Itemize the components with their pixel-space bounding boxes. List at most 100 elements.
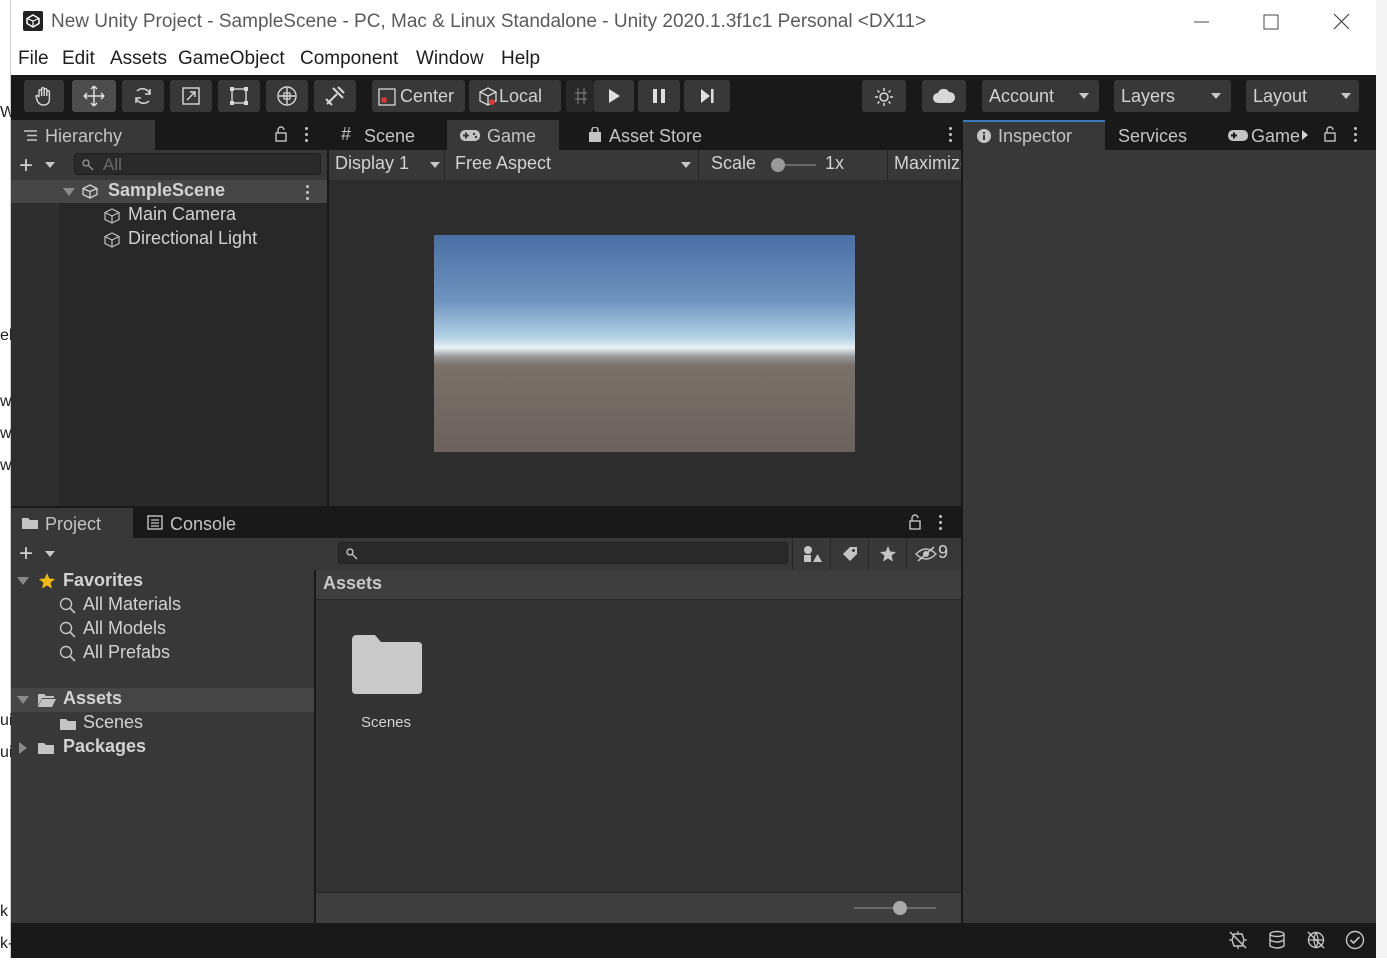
transform-tool-button[interactable] <box>266 80 308 112</box>
scene-options-icon[interactable] <box>306 185 310 203</box>
pivot-local-toggle[interactable]: Local <box>469 80 561 112</box>
tab-inspector[interactable]: Inspector <box>963 120 1105 152</box>
layers-label: Layers <box>1121 86 1176 106</box>
play-button[interactable] <box>594 80 634 112</box>
menu-window[interactable]: Window <box>416 48 484 70</box>
layers-dropdown[interactable]: Layers <box>1114 80 1231 112</box>
maximize-window-button[interactable] <box>1247 8 1293 36</box>
tree-assets-row[interactable]: Assets <box>11 688 314 712</box>
chevron-down-icon[interactable] <box>45 551 55 557</box>
search-icon <box>59 597 76 614</box>
cloud-icon <box>933 88 956 103</box>
scale-tool-button[interactable] <box>170 80 212 112</box>
game-view[interactable] <box>329 180 961 506</box>
lock-icon[interactable] <box>1323 126 1337 142</box>
display-label: Display 1 <box>335 153 410 173</box>
scale-slider-thumb[interactable] <box>771 158 785 172</box>
grid-snap-icon <box>575 88 587 104</box>
tab-project-label: Project <box>45 514 102 534</box>
minimize-button[interactable] <box>1178 8 1224 36</box>
auto-generate-lighting-icon[interactable] <box>1228 930 1248 950</box>
desktop-bottom-strip <box>0 958 1387 967</box>
hierarchy-item[interactable]: Directional Light <box>11 228 327 252</box>
menu-gameobject[interactable]: GameObject <box>178 48 285 70</box>
favorite-item[interactable]: All Prefabs <box>11 642 314 666</box>
collapsed-arrow-icon[interactable] <box>19 742 27 754</box>
expand-arrow-icon[interactable] <box>17 696 29 704</box>
search-by-type-button[interactable] <box>792 539 830 569</box>
pause-button[interactable] <box>638 80 680 112</box>
rotate-tool-button[interactable] <box>122 80 164 112</box>
menu-component[interactable]: Component <box>300 48 398 70</box>
assets-label: Assets <box>63 688 123 708</box>
lock-icon[interactable] <box>908 514 922 530</box>
pivot-center-toggle[interactable]: Center <box>372 80 465 112</box>
tree-favorites-row[interactable]: Favorites <box>11 570 314 594</box>
menu-assets[interactable]: Assets <box>110 48 167 70</box>
save-search-button[interactable] <box>868 539 906 569</box>
step-button[interactable] <box>684 80 730 112</box>
favorite-item[interactable]: All Models <box>11 618 314 642</box>
expand-arrow-icon[interactable] <box>63 188 75 196</box>
asset-folder-item[interactable]: Scenes <box>346 630 426 738</box>
more-options-icon[interactable] <box>1354 127 1358 145</box>
panel-divider[interactable] <box>327 120 329 506</box>
tree-packages-row[interactable]: Packages <box>11 736 314 760</box>
layout-dropdown[interactable]: Layout <box>1246 80 1359 112</box>
unity-scene-icon <box>82 184 98 199</box>
hierarchy-search-input[interactable]: All <box>74 153 321 175</box>
icon-size-slider-thumb[interactable] <box>893 901 907 915</box>
rect-tool-button[interactable] <box>218 80 260 112</box>
hierarchy-item[interactable]: Main Camera <box>11 204 327 228</box>
hand-tool-button[interactable] <box>24 80 64 112</box>
menu-file[interactable]: File <box>18 48 49 70</box>
collab-status-check-icon[interactable] <box>1345 930 1365 950</box>
favorite-item[interactable]: All Materials <box>11 594 314 618</box>
rotate-icon <box>135 88 151 104</box>
cloud-services-button[interactable] <box>922 80 966 112</box>
menu-edit[interactable]: Edit <box>62 48 95 70</box>
more-options-icon[interactable] <box>939 515 943 533</box>
tab-services[interactable]: Services <box>1109 120 1219 150</box>
star-icon <box>880 546 896 562</box>
breadcrumb-assets[interactable]: Assets <box>323 573 382 594</box>
display-dropdown[interactable]: Display 1 <box>329 150 445 180</box>
lock-icon[interactable] <box>274 126 288 142</box>
tree-folder-item[interactable]: Scenes <box>11 712 314 736</box>
move-tool-button[interactable] <box>72 80 116 112</box>
tab-console[interactable]: Console <box>137 508 257 538</box>
filter-by-type-icon <box>804 546 822 562</box>
expand-arrow-icon[interactable] <box>17 577 29 585</box>
menu-help[interactable]: Help <box>501 48 540 70</box>
grid-snap-button[interactable] <box>566 80 594 112</box>
network-off-icon[interactable] <box>1306 930 1326 950</box>
custom-tools-button[interactable] <box>314 80 356 112</box>
tab-project[interactable]: Project <box>11 508 133 538</box>
tab-game-secondary-label: Game <box>1251 126 1301 146</box>
collab-button[interactable] <box>862 80 906 112</box>
tab-game-secondary[interactable]: Game <box>1223 120 1301 150</box>
add-icon[interactable]: + <box>19 540 33 568</box>
project-search-input[interactable] <box>338 542 788 564</box>
maximize-on-play-toggle[interactable]: Maximize <box>887 150 961 180</box>
tab-game[interactable]: Game <box>447 120 559 150</box>
tab-asset-store[interactable]: Asset Store <box>575 120 721 150</box>
more-options-icon[interactable] <box>949 127 953 145</box>
close-window-button[interactable] <box>1318 8 1364 36</box>
chevron-down-icon[interactable] <box>45 162 55 168</box>
aspect-dropdown[interactable]: Free Aspect <box>449 150 699 180</box>
scene-row[interactable]: SampleScene <box>11 180 327 203</box>
tab-scroll-right-icon[interactable] <box>1301 129 1309 141</box>
search-by-label-button[interactable] <box>830 539 868 569</box>
hidden-packages-toggle[interactable]: 9 <box>906 539 961 569</box>
panel-divider[interactable] <box>961 120 963 923</box>
cache-server-icon[interactable] <box>1267 930 1287 950</box>
aspect-label: Free Aspect <box>455 153 552 173</box>
account-dropdown[interactable]: Account <box>982 80 1099 112</box>
tab-scene[interactable]: # Scene <box>329 120 443 150</box>
tab-hierarchy[interactable]: Hierarchy <box>11 120 155 150</box>
add-icon[interactable]: + <box>19 152 33 180</box>
project-tabstrip: Project Console <box>11 508 961 538</box>
tab-services-label: Services <box>1118 126 1188 146</box>
more-options-icon[interactable] <box>305 127 309 145</box>
